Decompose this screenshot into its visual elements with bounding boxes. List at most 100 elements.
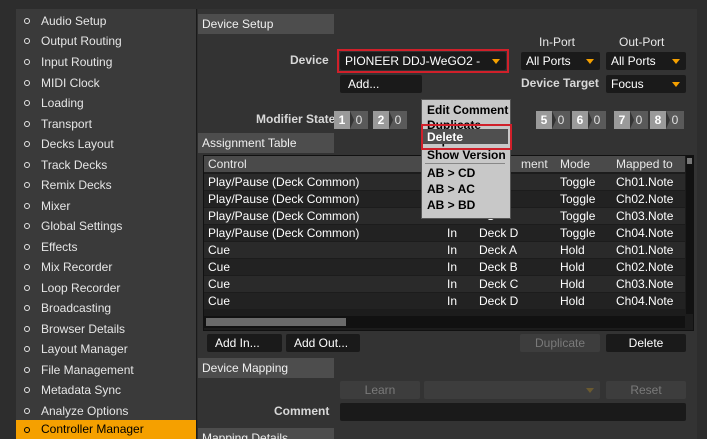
learn-button[interactable]: Learn — [340, 381, 420, 399]
learn-target-dropdown[interactable] — [424, 381, 600, 399]
delete-assignment-button[interactable]: Delete — [606, 334, 686, 352]
cell-assignment: Deck B — [479, 260, 518, 274]
sidebar-item-label: MIDI Clock — [41, 76, 100, 90]
duplicate-button[interactable]: Duplicate — [520, 334, 600, 352]
device-target-value: Focus — [611, 77, 644, 91]
in-port-dropdown[interactable]: All Ports — [521, 52, 600, 70]
menu-item-ab-ac[interactable]: AB > AC — [422, 182, 508, 196]
cell-mode: Hold — [560, 277, 585, 291]
sidebar-item-metadata-sync[interactable]: Metadata Sync — [16, 380, 196, 400]
out-port-dropdown[interactable]: All Ports — [606, 52, 686, 70]
scrollbar-thumb[interactable] — [687, 158, 692, 164]
cell-control: Cue — [208, 243, 231, 257]
sidebar-item-label: Metadata Sync — [41, 383, 122, 397]
sidebar-item-input-routing[interactable]: Input Routing — [16, 52, 196, 72]
sidebar-item-label: Effects — [41, 240, 78, 254]
sidebar-item-remix-decks[interactable]: Remix Decks — [16, 175, 196, 195]
table-row[interactable]: Cue In Deck D Hold Ch04.Note — [204, 293, 685, 309]
cell-control: Play/Pause (Deck Common) — [208, 209, 360, 223]
sidebar-item-analyze-options[interactable]: Analyze Options — [16, 401, 196, 421]
device-setup-header: Device Setup — [198, 14, 334, 34]
bullet-icon — [24, 18, 30, 24]
table-horizontal-scrollbar[interactable] — [204, 316, 685, 328]
bullet-icon — [24, 141, 30, 147]
comment-label: Comment — [274, 404, 330, 418]
bullet-icon — [24, 80, 30, 86]
scrollbar-thumb[interactable] — [206, 318, 346, 326]
modifier-number: 6 — [572, 111, 588, 129]
column-mode[interactable]: Mode — [560, 156, 590, 172]
sidebar-item-global-settings[interactable]: Global Settings — [16, 216, 196, 236]
reset-button[interactable]: Reset — [606, 381, 686, 399]
modifier-value: 0 — [666, 111, 684, 129]
cell-io: In — [447, 260, 458, 274]
sidebar-item-label: Loop Recorder — [41, 281, 121, 295]
modifier-value: 0 — [350, 111, 368, 129]
sidebar-item-layout-manager[interactable]: Layout Manager — [16, 339, 196, 359]
device-mapping-header: Device Mapping — [198, 358, 334, 378]
device-highlight-box — [337, 49, 509, 73]
sidebar-item-label: Loading — [41, 96, 84, 110]
sidebar-item-file-management[interactable]: File Management — [16, 360, 196, 380]
cell-control: Cue — [208, 277, 231, 291]
menu-item-ab-cd[interactable]: AB > CD — [422, 166, 508, 180]
add-in-button[interactable]: Add In... — [207, 334, 282, 352]
assignment-table-header: Assignment Table — [198, 133, 334, 153]
column-mapped-to[interactable]: Mapped to — [616, 156, 673, 172]
column-control[interactable]: Control — [208, 156, 247, 172]
cell-mapped: Ch03.Note — [616, 209, 674, 223]
cell-mode: Hold — [560, 260, 585, 274]
modifier-8: 80 — [650, 111, 684, 129]
sidebar-item-mix-recorder[interactable]: Mix Recorder — [16, 257, 196, 277]
table-row[interactable]: Cue In Deck B Hold Ch02.Note — [204, 259, 685, 275]
column-assignment[interactable]: ment — [521, 156, 548, 172]
cell-mapped: Ch01.Note — [616, 243, 674, 257]
modifier-number: 8 — [650, 111, 666, 129]
table-row[interactable]: Cue In Deck A Hold Ch01.Note — [204, 242, 685, 258]
table-row[interactable]: Cue In Deck C Hold Ch03.Note — [204, 276, 685, 292]
menu-item-show-version[interactable]: Show Version — [422, 148, 508, 162]
sidebar-item-controller-manager[interactable]: Controller Manager — [16, 420, 196, 439]
sidebar-item-broadcasting[interactable]: Broadcasting — [16, 298, 196, 318]
modifier-1: 10 — [334, 111, 368, 129]
add-device-button[interactable]: Add... — [340, 75, 422, 93]
cell-mode: Hold — [560, 294, 585, 308]
menu-item-ab-bd[interactable]: AB > BD — [422, 198, 508, 212]
add-out-button[interactable]: Add Out... — [286, 334, 360, 352]
bullet-icon — [24, 326, 30, 332]
sidebar-item-loop-recorder[interactable]: Loop Recorder — [16, 278, 196, 298]
menu-separator — [425, 163, 505, 164]
bullet-icon — [24, 244, 30, 250]
cell-io: In — [447, 243, 458, 257]
cell-io: In — [447, 294, 458, 308]
sidebar-item-decks-layout[interactable]: Decks Layout — [16, 134, 196, 154]
device-target-dropdown[interactable]: Focus — [606, 75, 686, 93]
in-port-label: In-Port — [539, 35, 576, 49]
sidebar-item-transport[interactable]: Transport — [16, 114, 196, 134]
sidebar-item-output-routing[interactable]: Output Routing — [16, 31, 196, 51]
bullet-icon — [24, 223, 30, 229]
preferences-sidebar: Audio Setup Output Routing Input Routing… — [16, 9, 197, 439]
sidebar-item-effects[interactable]: Effects — [16, 237, 196, 257]
cell-assignment: Deck D — [479, 226, 519, 240]
bullet-icon — [24, 408, 30, 414]
sidebar-item-audio-setup[interactable]: Audio Setup — [16, 11, 196, 31]
sidebar-item-label: Browser Details — [41, 322, 126, 336]
cell-control: Play/Pause (Deck Common) — [208, 175, 360, 189]
comment-field[interactable] — [340, 403, 686, 421]
bullet-icon — [24, 305, 30, 311]
sidebar-item-label: Audio Setup — [41, 14, 107, 28]
cell-mode: Toggle — [560, 226, 596, 240]
modifier-2: 20 — [373, 111, 407, 129]
table-vertical-scrollbar[interactable] — [686, 156, 693, 314]
sidebar-item-label: Mixer — [41, 199, 71, 213]
sidebar-item-track-decks[interactable]: Track Decks — [16, 155, 196, 175]
sidebar-item-browser-details[interactable]: Browser Details — [16, 319, 196, 339]
out-port-value: All Ports — [611, 54, 656, 68]
bullet-icon — [24, 182, 30, 188]
bullet-icon — [24, 121, 30, 127]
sidebar-item-midi-clock[interactable]: MIDI Clock — [16, 73, 196, 93]
sidebar-item-mixer[interactable]: Mixer — [16, 196, 196, 216]
table-row[interactable]: Play/Pause (Deck Common) In Deck D Toggl… — [204, 225, 685, 241]
sidebar-item-loading[interactable]: Loading — [16, 93, 196, 113]
